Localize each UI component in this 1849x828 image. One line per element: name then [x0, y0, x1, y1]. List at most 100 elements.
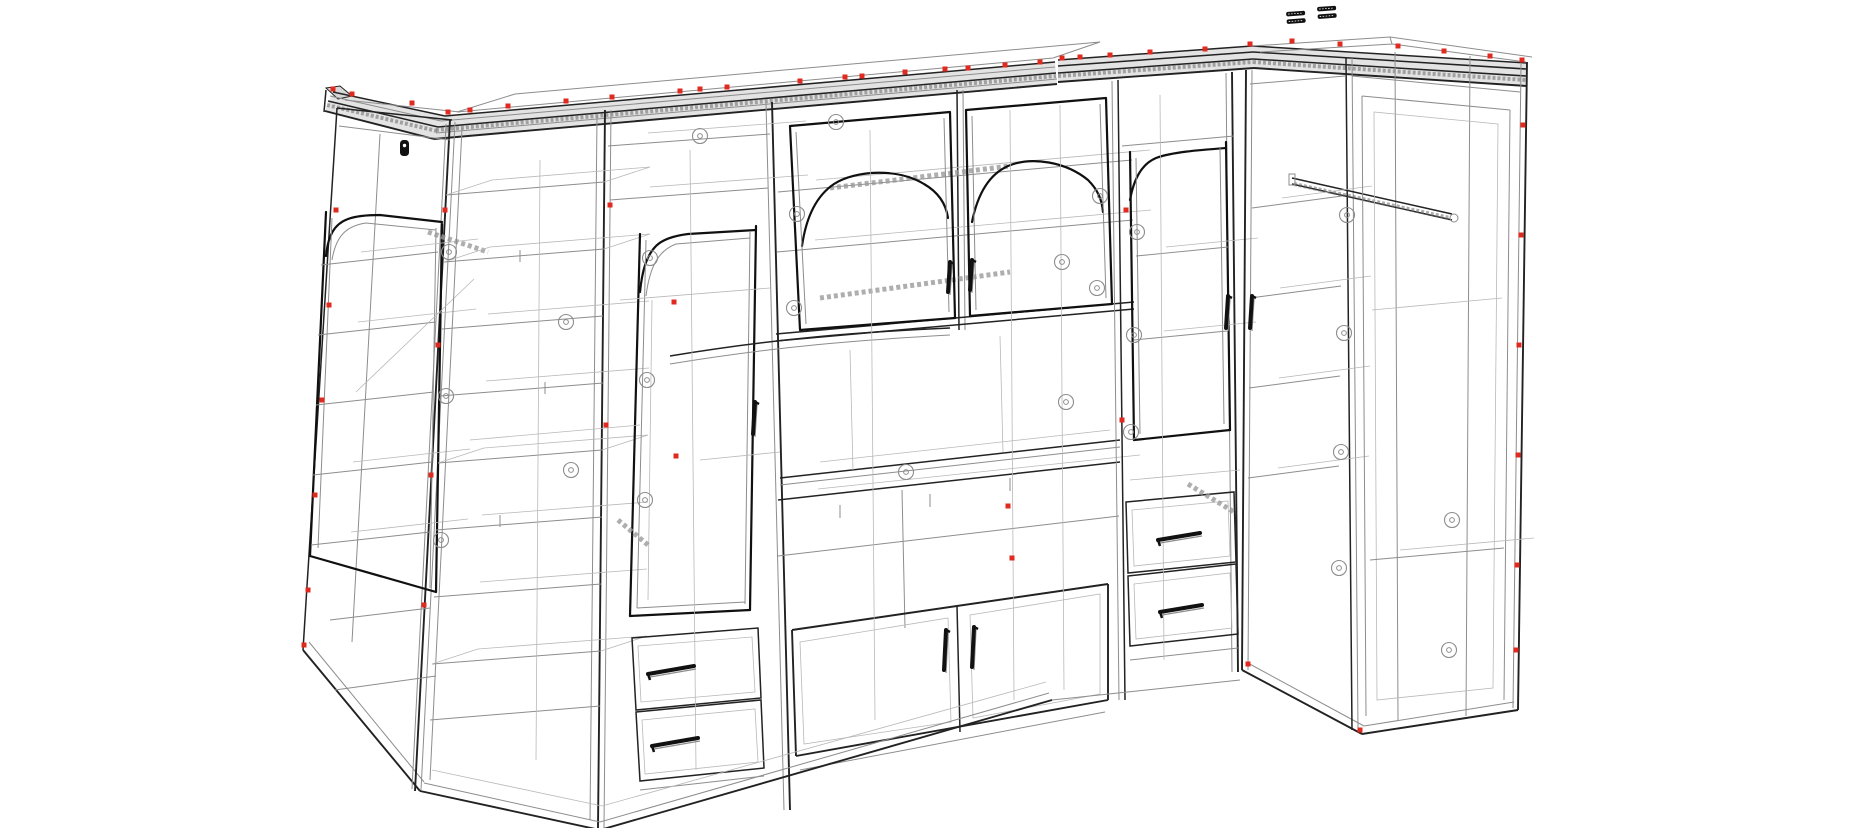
- fitting-marker: [1519, 233, 1524, 238]
- crown-cornice: [324, 37, 1532, 139]
- hinge-cup-icon: [1059, 395, 1074, 410]
- fitting-marker: [410, 101, 415, 106]
- right-corner-wardrobe: [1242, 52, 1534, 734]
- drawer-front: [636, 700, 764, 781]
- fitting-marker: [678, 89, 683, 94]
- right-tall-arched-door-column: [1112, 72, 1258, 700]
- right-arched-door: [1130, 142, 1258, 440]
- fitting-marker: [313, 493, 318, 498]
- fitting-marker: [1003, 63, 1008, 68]
- center-upper-cabinet: [776, 90, 1151, 341]
- fitting-marker: [1396, 44, 1401, 49]
- hinge-cup-icon: [1127, 328, 1142, 343]
- fitting-marker: [1488, 54, 1493, 59]
- fitting-marker: [1038, 60, 1043, 65]
- fitting-marker: [1006, 504, 1011, 509]
- door-handle: [753, 402, 755, 434]
- fitting-marker: [422, 603, 427, 608]
- fitting-marker: [798, 79, 803, 84]
- hinge-cup-icon: [640, 373, 655, 388]
- hinge-cup-center: [1447, 648, 1452, 653]
- fitting-marker: [334, 208, 339, 213]
- fitting-marker: [943, 67, 948, 72]
- shelves: [430, 167, 650, 720]
- hinge-cup-center: [645, 378, 650, 383]
- fitting-marker: [672, 300, 677, 305]
- left-tall-arched-door-column: [608, 102, 808, 810]
- base-cabinet: [778, 455, 1140, 770]
- fitting-marker: [674, 454, 679, 459]
- door-handle: [1160, 605, 1202, 612]
- fitting-marker: [1010, 556, 1015, 561]
- fastener-icon-2: [1317, 6, 1337, 19]
- fitting-marker: [1203, 47, 1208, 52]
- hinge-cup-center: [1095, 286, 1100, 291]
- hinge-cup-center: [643, 498, 648, 503]
- hinge-cup-center: [564, 320, 569, 325]
- fitting-marker: [1516, 453, 1521, 458]
- hinge-cup-icon: [1090, 281, 1105, 296]
- fitting-marker: [468, 108, 473, 113]
- hinge-cup-center: [569, 468, 574, 473]
- hinge-cup-center: [1342, 331, 1347, 336]
- fitting-marker: [1521, 123, 1526, 128]
- hinge-cup-icon: [559, 315, 574, 330]
- door-handle: [1250, 296, 1252, 328]
- hinge-cup-center: [1339, 450, 1344, 455]
- hinge-cup-icon: [790, 207, 805, 222]
- left-arched-door: [618, 226, 756, 616]
- fitting-marker: [1124, 208, 1129, 213]
- cad-viewport[interactable]: [0, 0, 1849, 828]
- hanging-rail: [1289, 174, 1458, 222]
- cornice-left-tip: [326, 86, 352, 99]
- fitting-marker: [320, 398, 325, 403]
- fitting-marker: [1338, 42, 1343, 47]
- hardware-icons: [1286, 6, 1337, 24]
- fitting-marker: [1442, 49, 1447, 54]
- fitting-marker: [564, 99, 569, 104]
- fitting-marker: [725, 85, 730, 90]
- fitting-marker: [1290, 39, 1295, 44]
- hinge-cup-icon: [1445, 513, 1460, 528]
- fitting-marker: [1060, 56, 1065, 61]
- fitting-marker: [1520, 58, 1525, 63]
- fitting-marker: [1248, 42, 1253, 47]
- center-arch-door-left: [790, 112, 955, 330]
- fitting-marker: [327, 303, 332, 308]
- floor-edges: [420, 680, 1240, 828]
- drawer-front: [632, 628, 761, 710]
- door-handle: [972, 627, 974, 667]
- fastener-icon-1: [1286, 11, 1306, 24]
- fitting-marker: [903, 70, 908, 75]
- door-handle: [944, 630, 946, 670]
- hinge-cup-center: [1060, 260, 1065, 265]
- fitting-marker: [1358, 728, 1363, 733]
- hinge-cup-icon: [1337, 326, 1352, 341]
- fitting-marker: [698, 87, 703, 92]
- fitting-marker: [608, 203, 613, 208]
- left-drawer-stack: [632, 628, 764, 790]
- hinge-cup-icon: [1332, 561, 1347, 576]
- hinge-cup-center: [792, 306, 797, 311]
- fitting-marker: [506, 104, 511, 109]
- hinge-cup-icon: [1124, 425, 1139, 440]
- fitting-marker: [604, 423, 609, 428]
- right-drawer-stack: [1126, 484, 1238, 660]
- hinge-cup-center: [904, 470, 909, 475]
- hinge-cup-center: [698, 134, 703, 139]
- fitting-marker: [1514, 648, 1519, 653]
- door-handle: [970, 260, 972, 290]
- fitting-marker: [1515, 563, 1520, 568]
- hinge-cup-center: [1129, 430, 1134, 435]
- hinge-cup-icon: [564, 463, 579, 478]
- fitting-marker: [443, 208, 448, 213]
- door-handles: [648, 260, 1256, 752]
- fitting-marker: [1246, 662, 1251, 667]
- fitting-marker: [1120, 418, 1125, 423]
- hinge-cup-icon: [1055, 255, 1070, 270]
- door-handle: [1158, 533, 1200, 540]
- fitting-marker: [1108, 53, 1113, 58]
- keyhole-icon: [400, 140, 409, 156]
- hinge-cup-center: [447, 250, 452, 255]
- fitting-marker: [446, 110, 451, 115]
